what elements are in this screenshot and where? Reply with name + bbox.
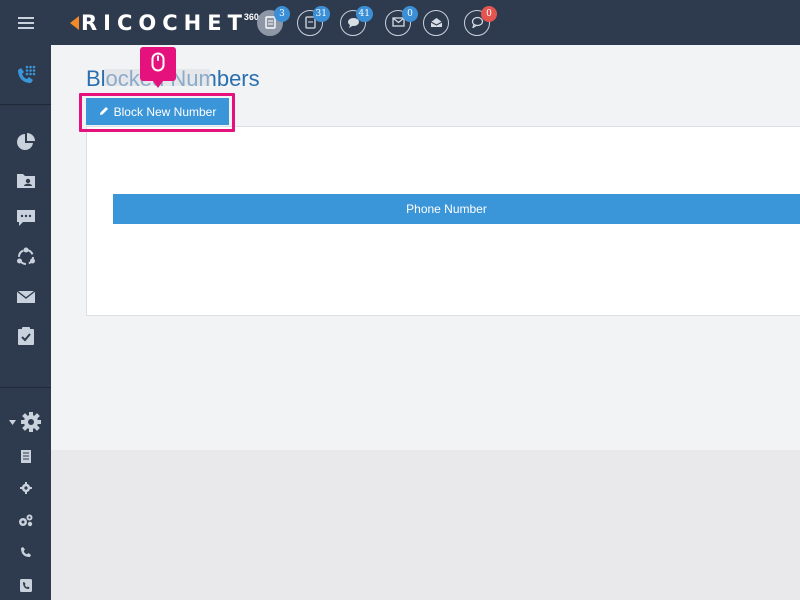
sidebar-item-phone-book[interactable] — [0, 574, 51, 596]
open-mail-icon — [430, 17, 443, 30]
block-new-number-label: Block New Number — [113, 104, 217, 119]
notification-mail-button[interactable]: 0 — [385, 6, 418, 36]
checklist-icon — [16, 326, 36, 346]
report-icon — [20, 449, 31, 463]
logo-mark-icon — [70, 16, 79, 30]
sidebar-item-advanced-settings[interactable] — [0, 509, 51, 531]
gears-icon — [18, 514, 33, 527]
notification-badge: 31 — [312, 6, 330, 22]
sidebar-item-messages[interactable] — [0, 203, 51, 233]
hamburger-menu-button[interactable] — [0, 0, 51, 45]
left-sidebar — [0, 45, 51, 600]
sidebar-item-reports[interactable] — [0, 127, 51, 157]
pencil-icon — [99, 105, 109, 119]
sidebar-item-preferences[interactable] — [0, 477, 51, 499]
top-navigation-bar: RICOCHET 360 3 31 41 0 0 — [0, 0, 800, 45]
mail-icon — [391, 17, 405, 29]
message-icon — [16, 209, 36, 227]
sidebar-item-settings[interactable] — [0, 407, 51, 437]
notification-chats-button[interactable]: 41 — [340, 6, 373, 36]
sidebar-item-calls[interactable] — [0, 541, 51, 563]
notification-files-button[interactable]: 31 — [297, 6, 330, 36]
notification-badge: 3 — [274, 6, 290, 22]
sidebar-item-email[interactable] — [0, 282, 51, 312]
gear-small-icon — [19, 482, 32, 494]
settings-gear-icon — [20, 411, 42, 433]
mouse-click-indicator — [140, 47, 176, 88]
sidebar-item-network[interactable] — [0, 242, 51, 272]
phone-dialpad-icon — [15, 64, 37, 86]
sidebar-divider — [0, 387, 51, 388]
sidebar-item-phone[interactable] — [0, 57, 51, 93]
notification-badge: 41 — [355, 6, 373, 22]
phone-icon — [20, 546, 32, 558]
notification-comments-button[interactable]: 0 — [464, 6, 497, 36]
document-icon — [264, 15, 276, 31]
column-header-phone-number[interactable]: Phone Number — [406, 202, 487, 216]
caret-down-icon — [9, 419, 16, 425]
sidebar-item-contacts[interactable] — [0, 165, 51, 195]
notification-badge: 0 — [402, 6, 418, 22]
notification-open-mail-button[interactable] — [423, 10, 449, 36]
network-icon — [16, 247, 36, 267]
sidebar-item-tasks[interactable] — [0, 321, 51, 351]
sidebar-divider — [0, 104, 51, 105]
pie-chart-icon — [16, 132, 36, 152]
sidebar-item-report[interactable] — [0, 445, 51, 467]
footer-area — [51, 450, 800, 600]
contact-folder-icon — [16, 171, 36, 189]
ricochet-logo[interactable]: RICOCHET 360 — [70, 11, 259, 35]
block-new-number-button[interactable]: Block New Number — [86, 98, 229, 125]
phone-book-icon — [19, 578, 32, 592]
hamburger-icon — [17, 16, 34, 29]
logo-text: RICOCHET — [81, 11, 248, 35]
mouse-icon — [151, 52, 165, 77]
notification-documents-button[interactable]: 3 — [257, 6, 290, 36]
notification-badge: 0 — [481, 6, 497, 22]
envelope-icon — [16, 290, 36, 304]
table-header: Phone Number — [113, 194, 800, 224]
